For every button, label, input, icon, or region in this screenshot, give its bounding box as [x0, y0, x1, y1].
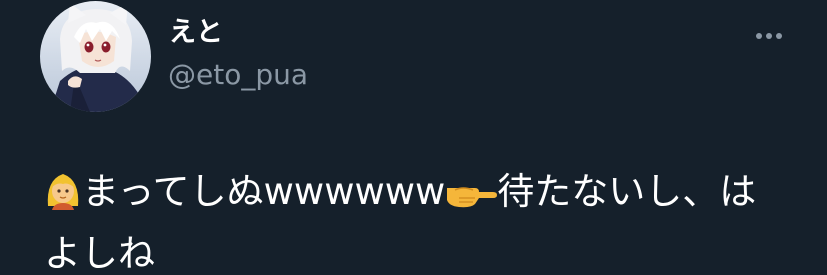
- more-dot: [776, 33, 782, 39]
- avatar-image: [40, 1, 151, 112]
- user-handle[interactable]: @eto_pua: [168, 57, 308, 93]
- more-dot: [766, 33, 772, 39]
- more-dot: [756, 33, 762, 39]
- more-options-icon[interactable]: [748, 22, 790, 50]
- tweet-text-part-1: まってしぬwwwwww: [82, 170, 446, 213]
- display-name[interactable]: えと: [169, 16, 223, 50]
- pointing-right-emoji: [445, 170, 498, 226]
- tweet-text: まってしぬwwwwww 待たないし、はよしね: [44, 164, 774, 275]
- woman-blonde-emoji: [44, 170, 82, 226]
- user-avatar[interactable]: [40, 1, 151, 112]
- tweet-card: えと @eto_pua まってしぬwwwwww 待たないし、はよしね: [0, 0, 827, 275]
